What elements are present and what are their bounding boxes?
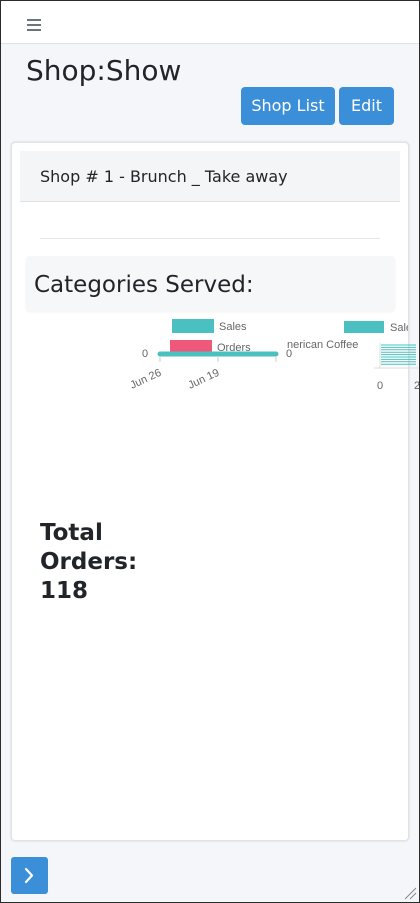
- shop-list-button[interactable]: Shop List: [241, 87, 335, 125]
- legend-label-sales: Sales: [219, 321, 247, 333]
- legend-swatch-orders: [170, 340, 212, 354]
- category-bar-chart: Sales nerican Coffee: [287, 321, 408, 351]
- categories-box: Categories Served:: [26, 256, 395, 311]
- sales-orders-line-chart: Sales Orders: [170, 319, 251, 354]
- resize-handle-icon[interactable]: [403, 886, 417, 900]
- legend-label-orders: Orders: [217, 342, 251, 354]
- legend-swatch-sales: [344, 321, 384, 333]
- edit-button[interactable]: Edit: [339, 87, 394, 125]
- category-label: nerican Coffee: [287, 339, 358, 351]
- categories-title: Categories Served:: [34, 272, 254, 298]
- top-navbar: [1, 1, 419, 44]
- shop-name: Shop # 1 - Brunch _ Take away: [40, 167, 288, 186]
- total-orders: Total Orders: 118: [40, 520, 138, 604]
- page-title: Shop:Show: [26, 54, 182, 87]
- legend-swatch-sales: [172, 319, 214, 333]
- divider: [40, 238, 380, 239]
- bar-x-tick-label: 2: [414, 380, 420, 392]
- chevron-right-icon: [24, 867, 34, 884]
- expand-sidebar-button[interactable]: [11, 857, 48, 894]
- card-header: Shop # 1 - Brunch _ Take away: [20, 151, 400, 202]
- shop-card: Shop # 1 - Brunch _ Take away Categories…: [11, 142, 409, 841]
- hamburger-icon[interactable]: [27, 19, 41, 31]
- legend-label-sales: Sales: [390, 322, 408, 334]
